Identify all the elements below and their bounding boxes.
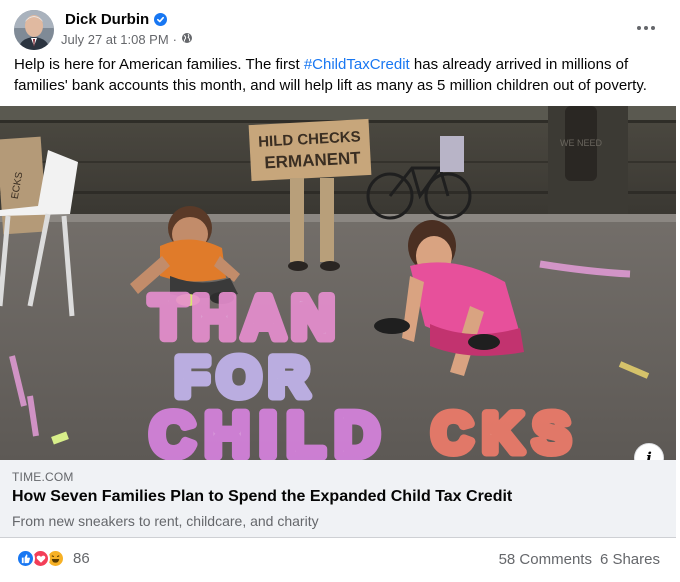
comments-count[interactable]: 58 Comments [499, 551, 592, 568]
more-options-icon [637, 26, 641, 30]
chalk-text-line4: CKS [432, 401, 580, 460]
link-preview-card[interactable]: TIME.COM How Seven Families Plan to Spen… [0, 460, 676, 538]
chalk-text-line1: THAN [150, 284, 341, 351]
chalk-text-line2: FOR [175, 345, 317, 408]
author-name-row: Dick Durbin [65, 11, 168, 28]
link-title[interactable]: How Seven Families Plan to Spend the Exp… [12, 488, 512, 506]
globe-icon[interactable] [181, 32, 193, 47]
post-photo[interactable]: WE NEED HILD CHECKS ERMANENT ECKS THAN F… [0, 106, 676, 460]
like-reaction-icon [16, 549, 35, 568]
post-header: Dick Durbin July 27 at 1:08 PM · [12, 10, 668, 50]
link-domain: TIME.COM [12, 470, 74, 484]
more-options-button[interactable] [630, 12, 662, 44]
more-options-dot [644, 26, 648, 30]
photo-image: WE NEED HILD CHECKS ERMANENT ECKS THAN F… [0, 106, 676, 460]
post-timestamp[interactable]: July 27 at 1:08 PM [61, 32, 169, 47]
hashtag-link[interactable]: #ChildTaxCredit [304, 56, 410, 73]
verified-badge-icon [154, 13, 168, 26]
reaction-count[interactable]: 86 [73, 550, 90, 567]
link-subtitle: From new sneakers to rent, childcare, an… [12, 513, 319, 529]
avatar-image [14, 10, 54, 50]
post-meta: July 27 at 1:08 PM · [61, 32, 193, 47]
shares-count[interactable]: 6 Shares [600, 551, 660, 568]
chalk-text-line3: CHILD [150, 401, 389, 460]
author-avatar[interactable] [14, 10, 54, 50]
post-text: Help is here for American families. The … [14, 54, 674, 96]
facebook-post: Dick Durbin July 27 at 1:08 PM · Help is… [0, 0, 680, 582]
meta-separator: · [172, 32, 178, 47]
post-text-part1: Help is here for American families. The … [14, 56, 304, 73]
author-name[interactable]: Dick Durbin [65, 11, 149, 28]
engagement-counts: 58 Comments 6 Shares [499, 551, 660, 568]
reactions-summary[interactable]: 86 [16, 549, 90, 568]
tree-chalk-text: WE NEED [560, 138, 603, 148]
engagement-bar: 86 58 Comments 6 Shares [0, 540, 676, 580]
more-options-dot [651, 26, 655, 30]
